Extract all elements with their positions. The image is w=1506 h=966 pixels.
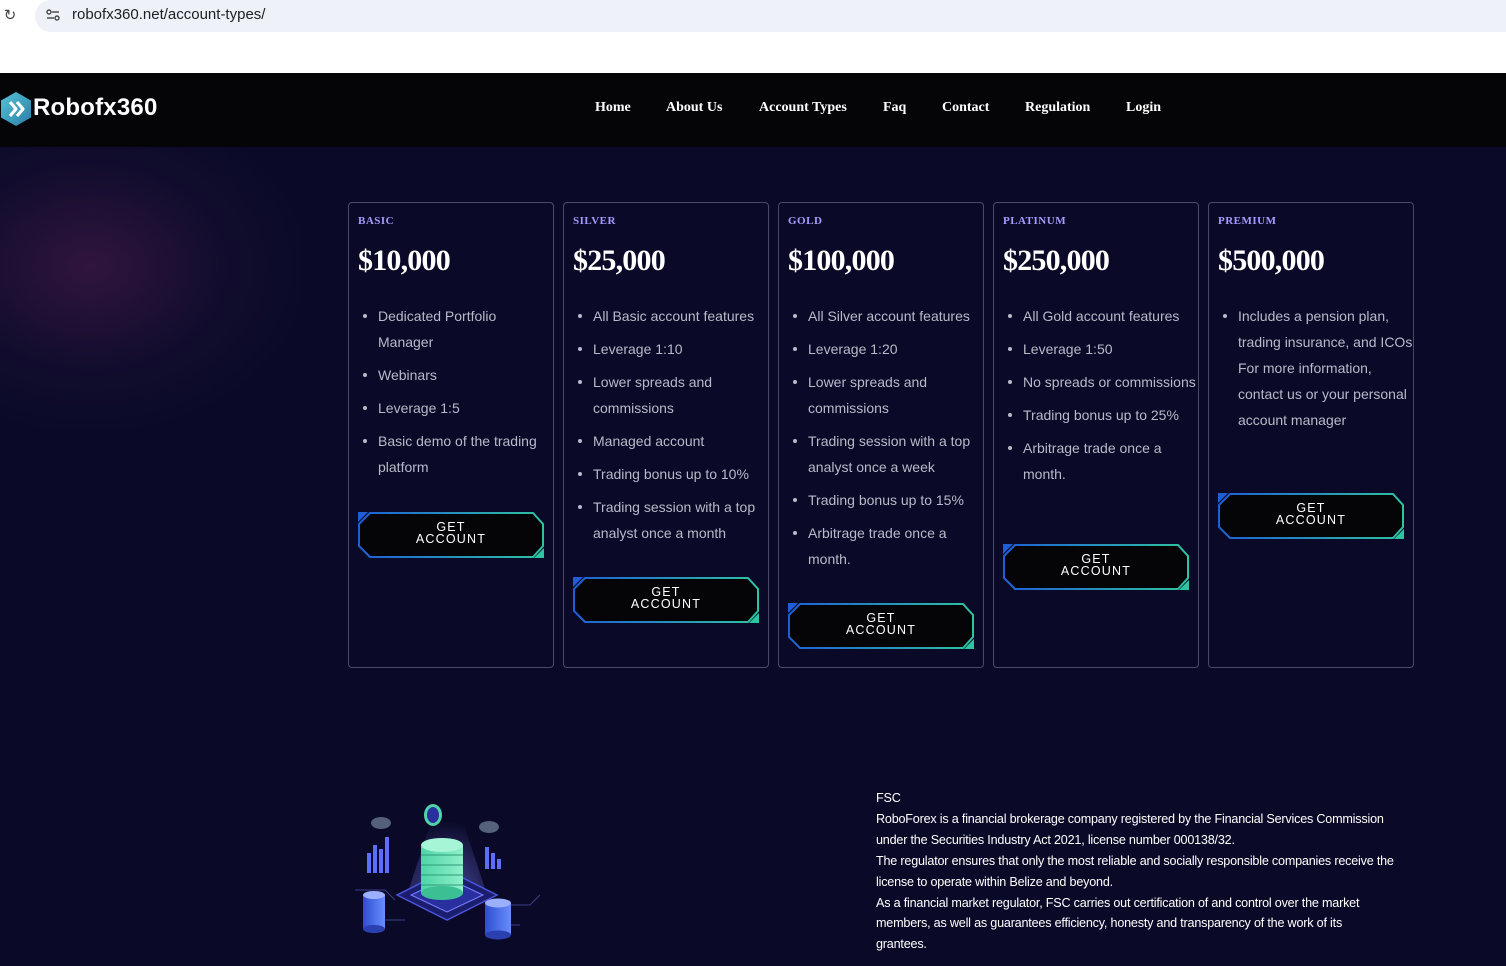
background-glow xyxy=(0,147,300,427)
get-account-button[interactable]: GET ACCOUNT xyxy=(788,603,974,649)
regulation-paragraph: As a financial market regulator, FSC car… xyxy=(876,895,1360,952)
plan-tier: GOLD xyxy=(788,215,823,227)
plan-card-premium: PREMIUM $500,000 Includes a pension plan… xyxy=(1208,202,1414,668)
regulation-heading: FSC xyxy=(876,791,901,805)
url-text[interactable]: robofx360.net/account-types/ xyxy=(72,6,265,23)
plan-price: $10,000 xyxy=(358,244,451,277)
regulation-paragraph: The regulator ensures that only the most… xyxy=(876,853,1394,889)
site-info-icon[interactable] xyxy=(45,7,61,23)
plan-features: Dedicated Portfolio Manager Webinars Lev… xyxy=(358,303,554,487)
page-top-spacer xyxy=(0,32,1506,73)
plan-price: $100,000 xyxy=(788,244,895,277)
plan-features: All Basic account features Leverage 1:10… xyxy=(573,303,769,553)
plan-feature: Trading session with a top analyst once … xyxy=(788,428,984,480)
plan-feature: Webinars xyxy=(358,362,554,388)
reload-icon[interactable]: ↻ xyxy=(2,6,18,24)
plan-feature: Managed account xyxy=(573,428,769,454)
get-account-button[interactable]: GET ACCOUNT xyxy=(1218,493,1404,539)
plan-features: All Silver account features Leverage 1:2… xyxy=(788,303,984,579)
plan-card-gold: GOLD $100,000 All Silver account feature… xyxy=(778,202,984,668)
nav-login[interactable]: Login xyxy=(1126,100,1161,116)
plan-feature: Trading bonus up to 10% xyxy=(573,461,769,487)
logo-icon[interactable] xyxy=(0,91,32,127)
browser-address-bar: ↻ robofx360.net/account-types/ xyxy=(0,0,1506,32)
plan-feature: Lower spreads and commissions xyxy=(788,369,984,421)
plan-tier: PREMIUM xyxy=(1218,215,1277,227)
plan-card-platinum: PLATINUM $250,000 All Gold account featu… xyxy=(993,202,1199,668)
plan-price: $500,000 xyxy=(1218,244,1325,277)
get-account-button[interactable]: GET ACCOUNT xyxy=(358,512,544,558)
plan-feature: Trading bonus up to 25% xyxy=(1003,402,1199,428)
plan-feature: Leverage 1:5 xyxy=(358,395,554,421)
plan-feature: Arbitrage trade once a month. xyxy=(788,520,984,572)
logo-text[interactable]: Robofx360 xyxy=(33,94,158,122)
get-account-label: GET ACCOUNT xyxy=(415,520,487,546)
plan-card-basic: BASIC $10,000 Dedicated Portfolio Manage… xyxy=(348,202,554,668)
plan-feature: All Silver account features xyxy=(788,303,984,329)
plan-tier: PLATINUM xyxy=(1003,215,1067,227)
get-account-label: GET ACCOUNT xyxy=(1275,501,1347,527)
plan-price: $250,000 xyxy=(1003,244,1110,277)
plan-feature: No spreads or commissions xyxy=(1003,369,1199,395)
get-account-button[interactable]: GET ACCOUNT xyxy=(1003,544,1189,590)
plan-feature: Dedicated Portfolio Manager xyxy=(358,303,554,355)
plan-feature: Trading session with a top analyst once … xyxy=(573,494,769,546)
regulation-info: FSC RoboForex is a financial brokerage c… xyxy=(876,788,1396,955)
regulation-paragraph: RoboForex is a financial brokerage compa… xyxy=(876,811,1384,847)
plan-feature: Includes a pension plan, trading insuran… xyxy=(1218,303,1414,433)
nav-contact[interactable]: Contact xyxy=(942,100,989,116)
nav-account-types[interactable]: Account Types xyxy=(759,100,847,116)
get-account-label: GET ACCOUNT xyxy=(1060,552,1132,578)
plan-feature: All Basic account features xyxy=(573,303,769,329)
plan-feature: Leverage 1:50 xyxy=(1003,336,1199,362)
plan-features: All Gold account features Leverage 1:50 … xyxy=(1003,303,1199,494)
nav-home[interactable]: Home xyxy=(595,100,631,116)
plan-features: Includes a pension plan, trading insuran… xyxy=(1218,303,1414,440)
crypto-coins-illustration xyxy=(355,803,541,940)
plan-feature: Arbitrage trade once a month. xyxy=(1003,435,1199,487)
nav-regulation[interactable]: Regulation xyxy=(1025,100,1090,116)
plan-feature: All Gold account features xyxy=(1003,303,1199,329)
plan-feature: Trading bonus up to 15% xyxy=(788,487,984,513)
plan-feature: Leverage 1:10 xyxy=(573,336,769,362)
plan-feature: Lower spreads and commissions xyxy=(573,369,769,421)
site-header xyxy=(0,73,1506,147)
get-account-label: GET ACCOUNT xyxy=(630,585,702,611)
plan-feature: Basic demo of the trading platform xyxy=(358,428,554,480)
plan-price: $25,000 xyxy=(573,244,666,277)
plan-feature: Leverage 1:20 xyxy=(788,336,984,362)
nav-about-us[interactable]: About Us xyxy=(666,100,722,116)
get-account-label: GET ACCOUNT xyxy=(845,611,917,637)
plan-tier: SILVER xyxy=(573,215,616,227)
plan-card-silver: SILVER $25,000 All Basic account feature… xyxy=(563,202,769,668)
plan-tier: BASIC xyxy=(358,215,395,227)
get-account-button[interactable]: GET ACCOUNT xyxy=(573,577,759,623)
nav-faq[interactable]: Faq xyxy=(883,100,906,116)
